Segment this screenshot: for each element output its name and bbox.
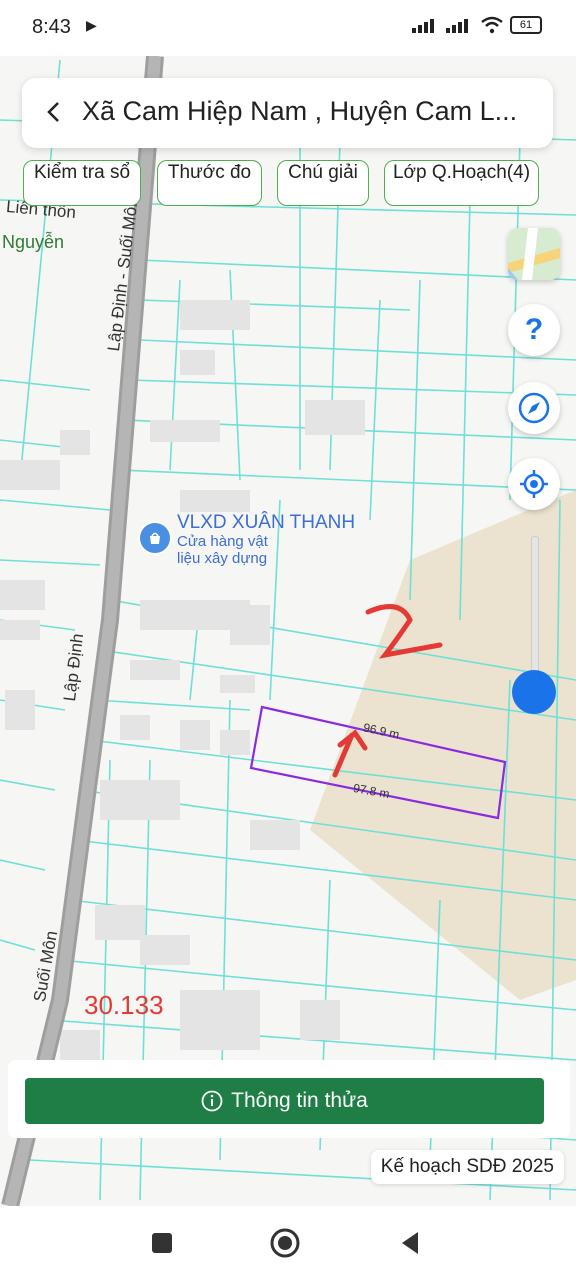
help-button[interactable]: ? <box>508 304 560 356</box>
status-bar: 8:43 ▶ 61 <box>0 0 576 56</box>
map-canvas[interactable] <box>0 56 576 1206</box>
signal-icon <box>412 19 434 33</box>
annotation-number: 30.133 <box>84 990 164 1020</box>
wifi-icon <box>481 16 503 34</box>
status-time: 8:43 <box>32 16 71 38</box>
plan-badge[interactable]: Kế hoạch SDĐ 2025 <box>370 1150 564 1184</box>
system-nav-bar <box>0 1206 576 1280</box>
shop-pin-icon[interactable] <box>138 521 172 555</box>
chip-label: Kiểm tra sổ <box>33 162 131 183</box>
recents-icon[interactable] <box>150 1231 174 1255</box>
chip-label: Lớp Q.Hoạch(4) <box>392 162 531 183</box>
info-icon <box>201 1090 223 1112</box>
parcel-map <box>0 56 576 1206</box>
poi-subtitle: Cửa hàng vật liệu xây dựng <box>177 533 268 567</box>
play-icon: ▶ <box>86 17 97 33</box>
info-button-label: Thông tin thửa <box>231 1089 368 1112</box>
chip-ruler[interactable]: Thước đo <box>157 160 262 206</box>
signal-icon <box>446 19 468 33</box>
area-label: Nguyễn <box>2 232 65 252</box>
map-layer-icon[interactable] <box>508 228 560 280</box>
help-icon: ? <box>524 313 544 346</box>
opacity-slider-knob[interactable] <box>512 670 556 714</box>
locate-icon <box>520 470 548 498</box>
chip-planning-layer[interactable]: Lớp Q.Hoạch(4) <box>384 160 539 206</box>
battery-icon: 61 <box>510 16 542 34</box>
compass-icon <box>518 392 550 424</box>
bottom-panel: Thông tin thửa <box>8 1060 570 1138</box>
status-icons: 61 <box>412 16 542 34</box>
chip-check-book[interactable]: Kiểm tra sổ <box>23 160 141 206</box>
chip-label: Chú giải <box>288 162 358 183</box>
location-header: Xã Cam Hiệp Nam , Huyện Cam L... <box>22 78 553 148</box>
location-title[interactable]: Xã Cam Hiệp Nam , Huyện Cam L... <box>82 96 542 127</box>
back-icon[interactable] <box>398 1230 422 1256</box>
my-location-button[interactable] <box>508 458 560 510</box>
home-icon[interactable] <box>270 1228 300 1258</box>
chip-legend[interactable]: Chú giải <box>277 160 369 206</box>
chip-label: Thước đo <box>167 162 252 183</box>
poi-name[interactable]: VLXD XUÂN THANH <box>177 512 355 534</box>
back-arrow-icon[interactable] <box>42 100 66 124</box>
parcel-info-button[interactable]: Thông tin thửa <box>25 1078 544 1124</box>
compass-button[interactable] <box>508 382 560 434</box>
